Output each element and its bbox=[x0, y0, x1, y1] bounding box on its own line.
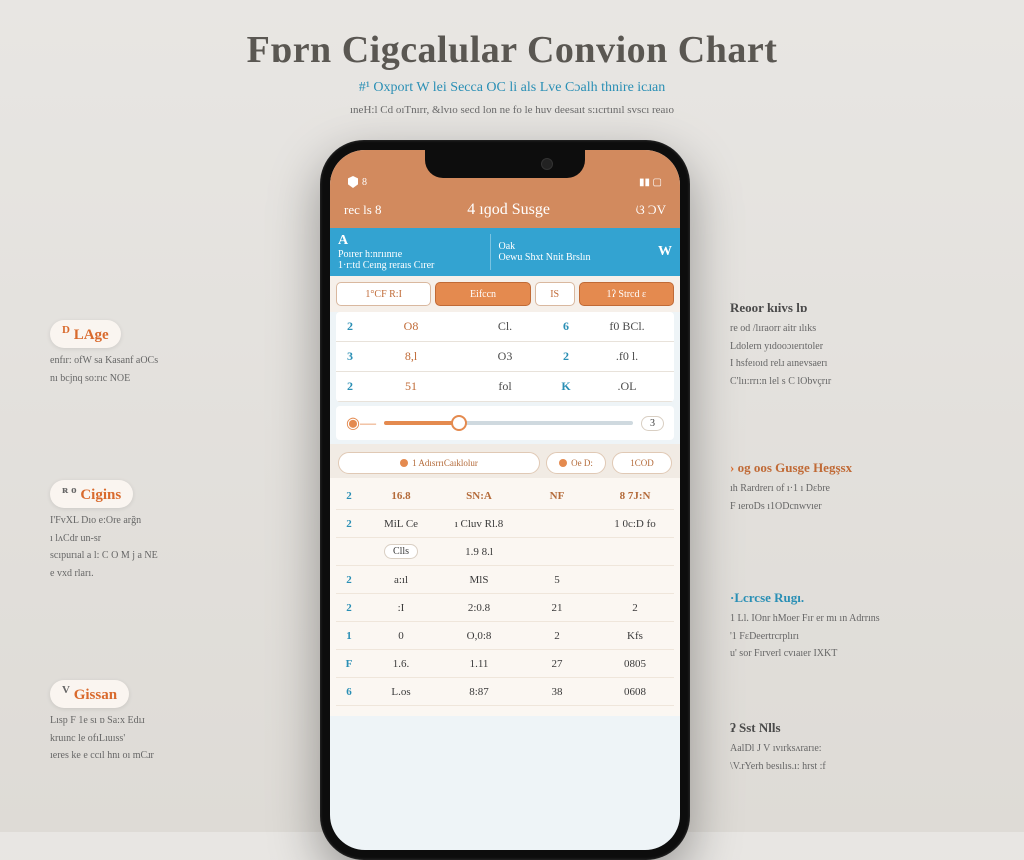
table-row: 3 8,l O3 2 .f0 l. bbox=[336, 342, 674, 372]
col-header: SN:A bbox=[440, 490, 518, 502]
big-table: 2 16.8 SN:A NF 8 7J:N 2 MiL Ce ı Cluv Rl… bbox=[330, 478, 680, 716]
cell: 3 bbox=[336, 349, 364, 364]
cell: .f0 l. bbox=[580, 349, 674, 364]
col-header: NF bbox=[518, 490, 596, 502]
mid-tabs: 1 AdısrrıCaıklolur Oe D: 1COD bbox=[330, 444, 680, 478]
nav-left[interactable]: rec ls 8 bbox=[344, 202, 382, 218]
pill-2[interactable]: 1COD bbox=[612, 452, 672, 474]
phone-notch bbox=[425, 150, 585, 178]
tab-2[interactable]: IS bbox=[535, 282, 575, 306]
cell: 8,l bbox=[364, 349, 458, 364]
top-tabs: 1°CF R:I Eifccn IS 1ʔ Strcd ɛ bbox=[330, 276, 680, 312]
table-row: 2 a:ıl MlS 5 bbox=[336, 566, 674, 594]
slider-row: ◉— 3 bbox=[336, 406, 674, 440]
cell: O3 bbox=[458, 349, 552, 364]
phone-frame: 8 ▮▮ ▢ rec ls 8 4 ıɡod Susge ଓ ƆV A Poır… bbox=[320, 140, 690, 860]
table-row: F 1.6. 1.11 27 0805 bbox=[336, 650, 674, 678]
seg-col1-l2: 1·r:td Ceıng reraıs Cırer bbox=[338, 260, 482, 271]
seg-col2-l1: Oak bbox=[499, 241, 643, 252]
annot-right-1: Reoor kıivs lɒ re od /lıraorr aitr ılıks… bbox=[730, 300, 990, 392]
seg-col2-l2: Oewu Shxt Nnit Brslın bbox=[499, 252, 643, 263]
annot-right-2: › og ᴏos Gusge Hegşsx ıh Rardrerı of ı·1… bbox=[730, 460, 990, 517]
cell: 6 bbox=[552, 319, 580, 334]
page-subtitle-text: Oxport W lei Secca OC li als Lve Cɔalh t… bbox=[373, 80, 665, 95]
tab-3[interactable]: 1ʔ Strcd ɛ bbox=[579, 282, 674, 306]
slider[interactable] bbox=[384, 421, 633, 425]
table-row: 6 L.os 8:87 38 0608 bbox=[336, 678, 674, 706]
nav-right[interactable]: ଓ ƆV bbox=[636, 202, 666, 218]
cell: K bbox=[552, 379, 580, 394]
table-row: 2 O8 Cl. 6 f0 BCl. bbox=[336, 312, 674, 342]
status-left-val: 8 bbox=[362, 177, 367, 188]
tab-0[interactable]: 1°CF R:I bbox=[336, 282, 431, 306]
cell: 2 bbox=[336, 379, 364, 394]
seg-col1-l1: Poırer h:nrıınrıe bbox=[338, 249, 482, 260]
annot-left-2: ʀ o Cigins I'FvXL Dıo e:Ore arğn ı lʌCdr… bbox=[50, 480, 280, 584]
table-row: 1 0 O,0:8 2 Kfs bbox=[336, 622, 674, 650]
slider-thumb[interactable] bbox=[451, 415, 467, 431]
pill-0[interactable]: 1 AdısrrıCaıklolur bbox=[338, 452, 540, 474]
col-header: 16.8 bbox=[362, 490, 440, 502]
pill-1[interactable]: Oe D: bbox=[546, 452, 606, 474]
table-header: 2 16.8 SN:A NF 8 7J:N bbox=[336, 482, 674, 510]
table-row: Clls 1.9 8.l bbox=[336, 538, 674, 566]
shield-icon bbox=[348, 176, 358, 188]
top-table: 2 O8 Cl. 6 f0 BCl. 3 8,l O3 2 .f0 l. 2 5… bbox=[336, 312, 674, 402]
page-title: Fɒrn Cigcalular Convion Chart bbox=[0, 28, 1024, 72]
annot-right-3: ·Lcrcse Rugı. 1 Ll. IOnr hMoer Fır er mı… bbox=[730, 590, 990, 665]
annot-left-3: V Gissan Lısp F 1e sı ɒ Sa:x Edıɹ kruınc… bbox=[50, 680, 280, 767]
page-subtitle: #¹ Oxport W lei Secca OC li als Lve Cɔal… bbox=[0, 80, 1024, 96]
cell: .OL bbox=[580, 379, 674, 394]
cell: 2 bbox=[552, 349, 580, 364]
phone-screen: 8 ▮▮ ▢ rec ls 8 4 ıɡod Susge ଓ ƆV A Poır… bbox=[330, 150, 680, 850]
cell: f0 BCl. bbox=[580, 319, 674, 334]
annot-right-4: ʔ Sst Nlls AalDl J V ıvırksʌrarıe: \V.rY… bbox=[730, 720, 990, 777]
seg-col3-lead: W bbox=[658, 244, 672, 260]
annot-left-1: D LAge enfır: ofW sa Kasanf aOCs nı bcjn… bbox=[50, 320, 280, 389]
cell: O8 bbox=[364, 319, 458, 334]
cell: fol bbox=[458, 379, 552, 394]
cell: 51 bbox=[364, 379, 458, 394]
slider-value: 3 bbox=[641, 416, 664, 431]
nav-title: 4 ıɡod Susge bbox=[467, 201, 550, 219]
table-row: 2 MiL Ce ı Cluv Rl.8 1 0c:D fo bbox=[336, 510, 674, 538]
table-row: 2 :I 2:0.8 21 2 bbox=[336, 594, 674, 622]
cell: 2 bbox=[336, 319, 364, 334]
col-header: 8 7J:N bbox=[596, 490, 674, 502]
segment-header: A Poırer h:nrıınrıe 1·r:td Ceıng reraıs … bbox=[330, 228, 680, 276]
tab-1[interactable]: Eifccn bbox=[435, 282, 530, 306]
page-subsubtitle: ıneH:l Cd oıTnırr, &lvıo secd lon ne fo … bbox=[0, 104, 1024, 116]
nav-bar: rec ls 8 4 ıɡod Susge ଓ ƆV bbox=[330, 192, 680, 228]
seg-col1-lead: A bbox=[338, 233, 482, 249]
table-row: 2 51 fol K .OL bbox=[336, 372, 674, 402]
status-right: ▮▮ ▢ bbox=[639, 177, 662, 188]
cell: Cl. bbox=[458, 319, 552, 334]
